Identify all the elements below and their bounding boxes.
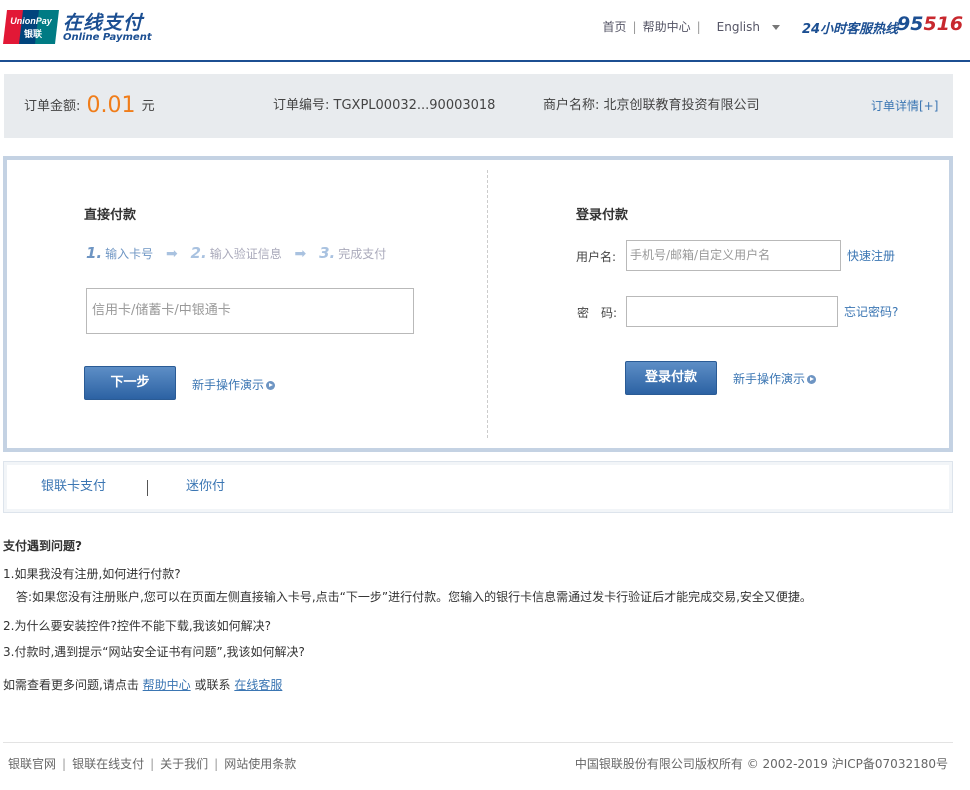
language-selector[interactable]: English <box>717 20 780 34</box>
card-number-input[interactable]: 信用卡/储蓄卡/中银通卡 <box>86 288 414 334</box>
faq-more-prefix: 如需查看更多问题,请点击 <box>3 678 139 692</box>
page-header: UnionPay 银联 在线支付 Online Payment 首页 | 帮助中心 |… <box>0 0 970 62</box>
order-number-label: 订单编号: <box>273 98 330 113</box>
faq-more-mid: 或联系 <box>194 678 231 692</box>
order-amount: 订单金额: 0.01 元 <box>24 74 155 139</box>
username-input[interactable]: 手机号/邮箱/自定义用户名 <box>626 240 841 271</box>
play-icon <box>266 381 276 390</box>
faq-question-1: 1.如果我没有注册,如何进行付款? <box>3 567 181 581</box>
step-1-label: 输入卡号 <box>105 247 154 261</box>
faq-question-2: 2.为什么要安装控件?控件不能下载,我该如何解决? <box>3 619 272 633</box>
help-center-link[interactable]: 帮助中心 <box>143 678 191 692</box>
unionpay-logo[interactable]: UnionPay 银联 <box>3 10 59 44</box>
payment-method-tabs: 银联卡支付 迷你付 <box>3 461 953 513</box>
hotline-label: 24小时客服热线 <box>802 22 899 37</box>
merchant-name: 商户名称: 北京创联教育投资有限公司 <box>543 74 760 138</box>
step-1-number: 1. <box>86 244 103 262</box>
hotline-number-part2: 516 <box>923 13 964 35</box>
forgot-password-link[interactable]: 忘记密码? <box>844 303 898 320</box>
top-nav: 首页 | 帮助中心 | English <box>603 18 780 35</box>
order-number: 订单编号: TGXPL00032...90003018 <box>273 74 495 138</box>
faq-answer-1: 答:如果您没有注册账户,您可以在页面左侧直接输入卡号,点击“下一步”进行付款。您… <box>16 590 812 604</box>
svg-text:银联: 银联 <box>24 28 43 40</box>
direct-pay-title: 直接付款 <box>84 208 137 223</box>
password-label: 密 码: <box>577 306 618 320</box>
panel-divider <box>487 170 488 438</box>
order-number-value: TGXPL00032...90003018 <box>333 98 496 113</box>
payment-panel: 直接付款 1. 输入卡号 ➡ 2. 输入验证信息 ➡ 3. 完成支付 信用卡/储蓄卡/… <box>3 156 953 452</box>
order-detail: 订单详情[+] <box>871 74 938 139</box>
login-pay-button[interactable]: 登录付款 <box>625 361 717 395</box>
hotline-number-part1: 95 <box>897 13 924 35</box>
step-3-label: 完成支付 <box>338 247 387 261</box>
direct-pay-demo-label: 新手操作演示 <box>192 378 265 392</box>
step-3-number: 3. <box>319 244 336 262</box>
order-amount-label: 订单金额: <box>24 99 81 114</box>
order-amount-unit: 元 <box>141 99 155 114</box>
arrow-right-icon: ➡ <box>294 246 307 262</box>
nav-help-link[interactable]: 帮助中心 <box>643 20 691 34</box>
faq-more-help: 如需查看更多问题,请点击 帮助中心 或联系 在线客服 <box>3 676 282 693</box>
footer-link-about[interactable]: 关于我们 <box>160 757 208 771</box>
footer-link-online-pay[interactable]: 银联在线支付 <box>72 757 144 771</box>
page-footer: 银联官网 | 银联在线支付 | 关于我们 | 网站使用条款 中国银联股份有限公司版权所有 ©… <box>3 742 953 782</box>
hotline-number: 95516 <box>897 13 963 35</box>
login-pay-title: 登录付款 <box>576 208 629 223</box>
direct-pay-steps: 1. 输入卡号 ➡ 2. 输入验证信息 ➡ 3. 完成支付 <box>86 244 386 262</box>
footer-link-terms[interactable]: 网站使用条款 <box>224 757 296 771</box>
tab-unionpay-card[interactable]: 银联卡支付 <box>41 462 106 512</box>
footer-links: 银联官网 | 银联在线支付 | 关于我们 | 网站使用条款 <box>8 757 297 771</box>
tab-mini-pay[interactable]: 迷你付 <box>186 462 225 512</box>
language-label: English <box>716 20 760 34</box>
nav-home-link[interactable]: 首页 <box>603 20 627 34</box>
password-input[interactable] <box>626 296 838 327</box>
login-pay-demo-label: 新手操作演示 <box>733 372 806 386</box>
chevron-down-icon <box>772 25 780 30</box>
order-detail-link[interactable]: 订单详情[+] <box>871 99 938 113</box>
arrow-right-icon: ➡ <box>165 246 178 262</box>
order-summary-bar: 订单金额: 0.01 元 订单编号: TGXPL00032...90003018… <box>4 74 953 138</box>
footer-copyright: 中国银联股份有限公司版权所有 © 2002-2019 沪ICP备07032180… <box>574 757 948 771</box>
faq-title: 支付遇到问题? <box>3 539 82 553</box>
quick-register-link[interactable]: 快速注册 <box>847 247 895 264</box>
footer-link-unionpay[interactable]: 银联官网 <box>8 757 56 771</box>
faq-question-3: 3.付款时,遇到提示“网站安全证书有问题”,我该如何解决? <box>3 645 305 659</box>
login-pay-demo-link[interactable]: 新手操作演示 <box>733 370 817 387</box>
play-icon <box>807 375 817 384</box>
direct-pay-demo-link[interactable]: 新手操作演示 <box>192 376 276 393</box>
step-2-label: 输入验证信息 <box>209 247 282 261</box>
merchant-label: 商户名称: <box>543 98 600 113</box>
online-service-link[interactable]: 在线客服 <box>234 678 282 692</box>
tab-divider <box>147 480 148 496</box>
next-step-button[interactable]: 下一步 <box>84 366 176 400</box>
svg-text:UnionPay: UnionPay <box>10 16 53 26</box>
order-amount-value: 0.01 <box>86 93 136 118</box>
username-label: 用户名: <box>576 250 617 264</box>
step-2-number: 2. <box>190 244 207 262</box>
merchant-value: 北京创联教育投资有限公司 <box>603 98 760 113</box>
brand-title-cn: 在线支付 <box>63 12 144 34</box>
brand-title-en: Online Payment <box>63 32 152 43</box>
